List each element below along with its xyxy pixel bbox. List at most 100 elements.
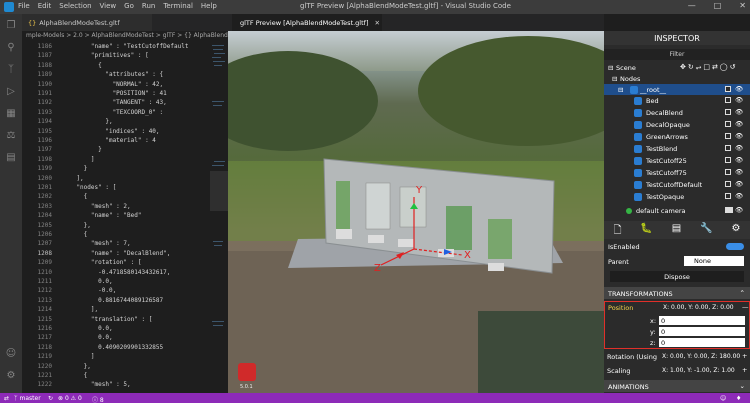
rotation-row[interactable]: Rotation (Using X: 0.00, Y: 0.00, Z: 180… xyxy=(604,351,750,362)
account-icon[interactable]: ☺ xyxy=(5,348,17,360)
code-line[interactable]: } xyxy=(62,165,88,172)
code-line[interactable]: "nodes" : [ xyxy=(62,184,116,191)
code-line[interactable]: 0.0, xyxy=(62,278,112,285)
code-line[interactable]: { xyxy=(62,62,102,69)
scaling-row[interactable]: Scaling X: 1.00, Y: -1.00, Z: 1.00 + xyxy=(604,365,750,376)
collapse-icon[interactable]: ⊟ xyxy=(612,75,617,83)
code-line[interactable]: "primitives" : [ xyxy=(62,52,149,59)
code-line[interactable]: }, xyxy=(62,118,112,125)
code-line[interactable]: ], xyxy=(62,175,83,182)
code-line[interactable]: "mesh" : 5, xyxy=(62,381,131,388)
close-tab-icon[interactable]: ✕ xyxy=(374,19,379,27)
eye-icon[interactable]: 👁 xyxy=(735,156,743,164)
code-line[interactable]: "attributes" : { xyxy=(62,71,163,78)
branch-status[interactable]: ᛉ master xyxy=(14,395,41,402)
code-line[interactable]: }, xyxy=(62,363,91,370)
expand-icon[interactable]: + xyxy=(742,366,747,374)
search-icon[interactable]: ⚲ xyxy=(5,42,17,54)
code-editor[interactable]: 1186 "name" : "TestCutoffDefault 1187 "pr… xyxy=(22,41,228,393)
code-line[interactable]: 0.0, xyxy=(62,334,112,341)
remote-indicator-icon[interactable]: ⇄ xyxy=(4,395,9,402)
menu-help[interactable]: Help xyxy=(201,2,217,10)
breadcrumb[interactable]: mple-Models > 2.0 > AlphaBlendModeTest >… xyxy=(22,31,228,41)
checkbox[interactable] xyxy=(725,109,731,115)
code-line[interactable]: "mesh" : 7, xyxy=(62,240,131,247)
explorer-icon[interactable]: ❐ xyxy=(5,20,17,32)
menu-terminal[interactable]: Terminal xyxy=(163,2,193,10)
code-line[interactable]: ] xyxy=(62,353,95,360)
nodes-row[interactable]: ⊟ Nodes xyxy=(604,73,750,84)
gizmo-tools-icon[interactable]: ✥↻⥅□⇄◯↺ xyxy=(680,63,738,72)
expand-icon[interactable]: + xyxy=(742,352,747,360)
is-enabled-toggle[interactable] xyxy=(726,243,744,250)
tab-gltf-preview[interactable]: glTF Preview [AlphaBlendModeTest.gltf] ✕ xyxy=(232,14,382,31)
tree-item-node[interactable]: GreenArrows 👁 xyxy=(604,131,750,142)
minimap[interactable] xyxy=(210,41,228,393)
code-line[interactable]: "rotation" : [ xyxy=(62,259,142,266)
dispose-button[interactable]: Dispose xyxy=(610,271,744,282)
position-x-input[interactable]: 0 xyxy=(659,316,745,325)
tree-item-node[interactable]: Bed 👁 xyxy=(604,95,750,106)
eye-icon[interactable]: 👁 xyxy=(735,206,743,214)
extensions-icon[interactable]: ▦ xyxy=(5,108,17,120)
code-line[interactable]: "name" : "Bed" xyxy=(62,212,142,219)
code-line[interactable]: "material" : 4 xyxy=(62,137,156,144)
code-line[interactable]: "indices" : 40, xyxy=(62,128,159,135)
menu-edit[interactable]: Edit xyxy=(38,2,52,10)
eye-icon[interactable]: 👁 xyxy=(735,96,743,104)
code-line[interactable]: ], xyxy=(62,306,98,313)
collapse-icon[interactable]: ⊟ xyxy=(608,64,613,72)
tree-item-node[interactable]: TestCutoff75 👁 xyxy=(604,167,750,178)
menu-view[interactable]: View xyxy=(100,2,117,10)
code-line[interactable]: 0.8816744089126587 xyxy=(62,297,163,304)
code-line[interactable]: "TEXCOORD_0" : xyxy=(62,109,164,116)
code-line[interactable]: { xyxy=(62,372,88,379)
collapse-icon[interactable]: ⊟ xyxy=(618,86,623,94)
info-status[interactable]: ⓘ 8 xyxy=(92,395,104,403)
tree-item-node[interactable]: DecalOpaque 👁 xyxy=(604,119,750,130)
tab-gltf-file[interactable]: {} AlphaBlendModeTest.gltf xyxy=(22,14,152,31)
tree-item-camera[interactable]: default camera 👁 xyxy=(604,205,750,216)
tree-item-node[interactable]: TestCutoffDefault 👁 xyxy=(604,179,750,190)
checkbox[interactable] xyxy=(725,133,731,139)
eye-icon[interactable]: 👁 xyxy=(735,144,743,152)
checkbox[interactable] xyxy=(725,86,731,92)
settings-tab-icon[interactable]: ⚙ xyxy=(732,223,741,239)
eye-icon[interactable]: 👁 xyxy=(735,132,743,140)
remote-icon[interactable]: ▤ xyxy=(5,152,17,164)
close-icon[interactable]: ✕ xyxy=(739,1,746,10)
debug-tab-icon[interactable]: 🐛 xyxy=(640,223,652,239)
code-line[interactable]: -0.4718580143432617, xyxy=(62,269,170,276)
filter-input[interactable]: Filter xyxy=(604,49,750,60)
eye-icon[interactable]: 👁 xyxy=(735,180,743,188)
eye-icon[interactable]: 👁 xyxy=(735,120,743,128)
tree-item-root[interactable]: ⊟ __root__ 👁 xyxy=(604,84,750,95)
code-line[interactable]: "translation" : [ xyxy=(62,316,152,323)
code-line[interactable]: "TANGENT" : 43, xyxy=(62,99,167,106)
code-line[interactable]: "name" : "TestCutoffDefault xyxy=(62,43,189,50)
menu-file[interactable]: File xyxy=(18,2,30,10)
notifications-icon[interactable]: ♦ xyxy=(736,395,741,402)
code-line[interactable]: { xyxy=(62,193,88,200)
checkbox[interactable] xyxy=(725,169,731,175)
checkbox[interactable] xyxy=(725,181,731,187)
parent-select[interactable]: None xyxy=(684,256,744,266)
camera-toggle[interactable] xyxy=(725,207,733,213)
code-line[interactable]: 0.4090209901332855 xyxy=(62,344,163,351)
tree-item-node[interactable]: TestCutoff25 👁 xyxy=(604,155,750,166)
eye-icon[interactable]: 👁 xyxy=(735,108,743,116)
code-line[interactable]: }, xyxy=(62,222,91,229)
code-line[interactable]: ] xyxy=(62,156,95,163)
eye-icon[interactable]: 👁 xyxy=(735,192,743,200)
code-line[interactable]: "name" : "DecalBlend", xyxy=(62,250,170,257)
checkbox[interactable] xyxy=(725,97,731,103)
checkbox[interactable] xyxy=(725,193,731,199)
checkbox[interactable] xyxy=(725,145,731,151)
transformations-header[interactable]: TRANSFORMATIONS ⌃ xyxy=(604,287,750,299)
checkbox[interactable] xyxy=(725,157,731,163)
run-debug-icon[interactable]: ▷ xyxy=(5,86,17,98)
eye-icon[interactable]: 👁 xyxy=(735,168,743,176)
collapse-icon[interactable]: — xyxy=(742,303,749,311)
problems-status[interactable]: ⊗ 0 ⚠ 0 xyxy=(58,395,82,402)
animations-header[interactable]: ANIMATIONS ⌄ xyxy=(604,380,750,392)
